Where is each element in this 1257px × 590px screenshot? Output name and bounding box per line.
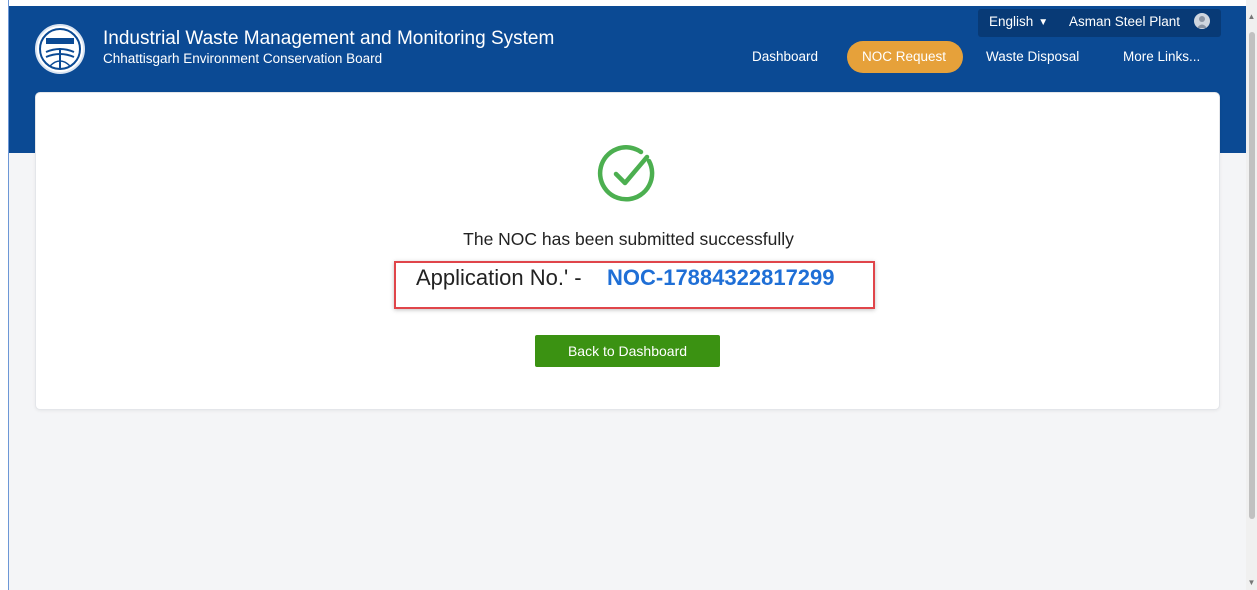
nav-noc-request[interactable]: NOC Request xyxy=(862,49,946,64)
nav-more-links[interactable]: More Links... xyxy=(1123,49,1200,64)
board-emblem-icon[interactable] xyxy=(35,24,85,74)
site-title: Industrial Waste Management and Monitori… xyxy=(103,28,555,49)
user-name[interactable]: Asman Steel Plant xyxy=(1069,14,1180,29)
language-selector[interactable]: English ▼ xyxy=(989,14,1048,29)
back-to-dashboard-button[interactable]: Back to Dashboard xyxy=(535,335,720,367)
check-circle-icon xyxy=(597,145,655,202)
success-message: The NOC has been submitted successfully xyxy=(463,229,794,249)
language-label: English xyxy=(989,14,1034,29)
user-avatar-icon[interactable] xyxy=(1194,13,1210,29)
chevron-down-icon: ▼ xyxy=(1038,17,1049,28)
application-number: NOC-17884322817299 xyxy=(607,265,835,290)
window-left-edge xyxy=(0,0,9,590)
scroll-down-arrow-icon[interactable]: ▼ xyxy=(1247,578,1256,587)
application-label: Application No.' - xyxy=(416,265,582,290)
site-subtitle: Chhattisgarh Environment Conservation Bo… xyxy=(103,51,383,66)
nav-dashboard[interactable]: Dashboard xyxy=(752,49,818,64)
scroll-up-arrow-icon[interactable]: ▲ xyxy=(1247,12,1256,21)
scrollbar-thumb[interactable] xyxy=(1249,32,1255,519)
nav-waste-disposal[interactable]: Waste Disposal xyxy=(986,49,1079,64)
